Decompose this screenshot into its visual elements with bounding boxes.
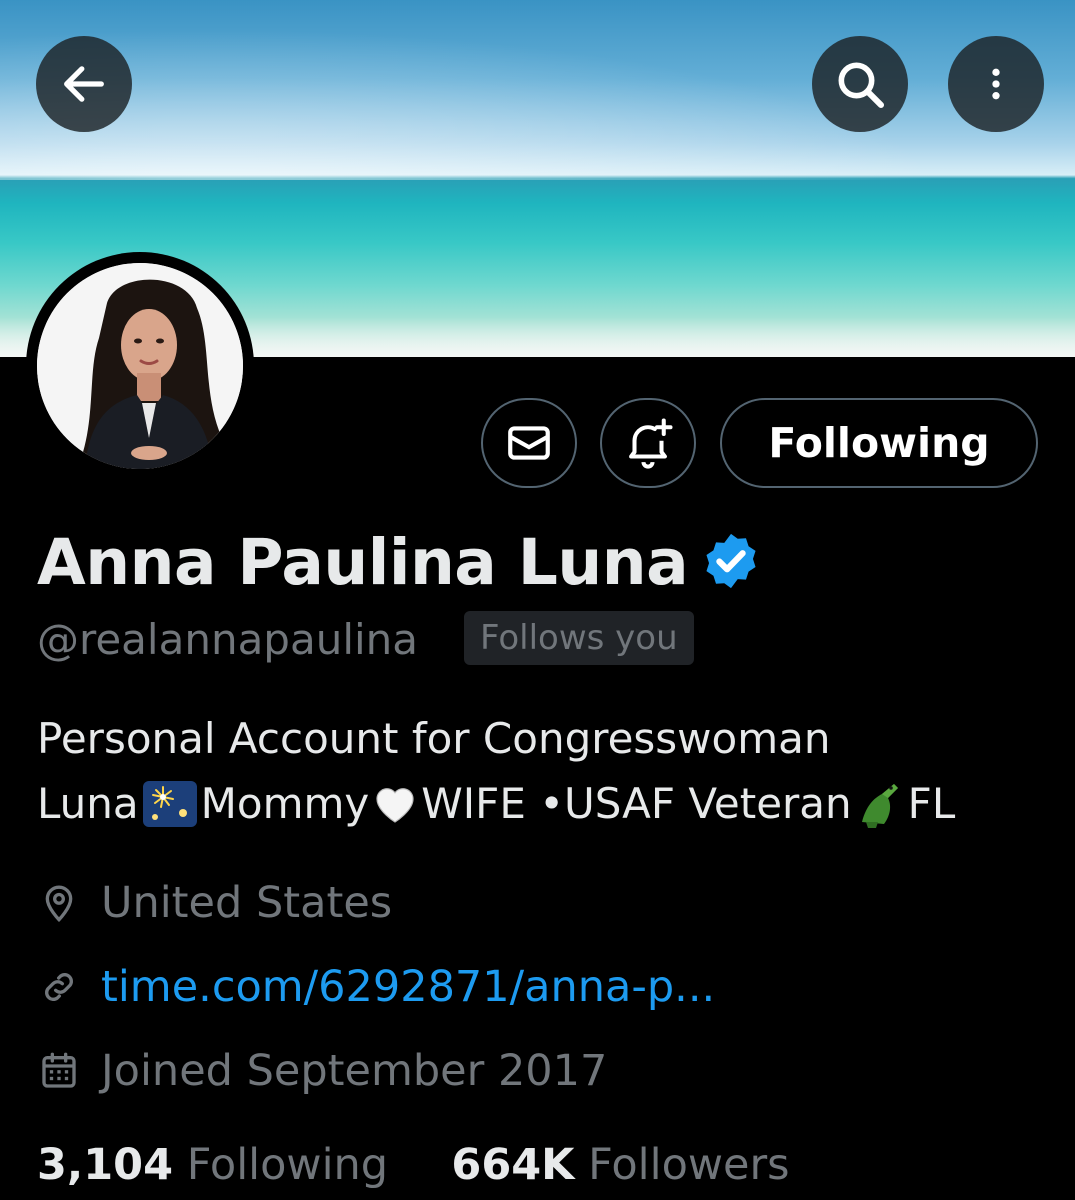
bio-line-2: Luna Mommy WIFE •USAF Veteran FL — [37, 771, 1047, 836]
envelope-icon — [508, 426, 550, 460]
avatar-photo — [37, 263, 243, 469]
bio-text-fl: FL — [907, 779, 956, 828]
bell-plus-icon — [629, 418, 673, 469]
followers-count: 664K — [451, 1140, 575, 1190]
follow-counts: 3,104 Following 664K Followers — [37, 1140, 790, 1190]
banner-sky-haze — [0, 0, 1075, 180]
calendar-icon — [37, 1049, 81, 1093]
following-count: 3,104 — [37, 1140, 174, 1190]
person-photo-icon — [37, 263, 243, 469]
location-pin-icon — [37, 881, 81, 925]
location-row: United States — [37, 878, 392, 928]
profile-handle: @realannapaulina — [37, 615, 419, 664]
bio-line-1: Personal Account for Congresswoman — [37, 714, 831, 763]
crocodile-emoji-icon — [861, 783, 898, 828]
following-count-label: Following — [186, 1140, 389, 1190]
verified-badge-icon[interactable] — [700, 530, 762, 592]
profile-bio: Personal Account for Congresswoman Luna … — [37, 706, 1047, 836]
joined-text: Joined September 2017 — [101, 1046, 608, 1096]
profile-name: Anna Paulina Luna — [37, 526, 689, 599]
notifications-button[interactable] — [600, 398, 696, 488]
following-button-label: Following — [768, 419, 990, 467]
bio-text-luna: Luna — [37, 779, 139, 828]
fireworks-emoji-icon — [142, 780, 197, 827]
arrow-left-icon — [64, 66, 104, 102]
more-options-button[interactable] — [948, 36, 1044, 132]
link-icon — [37, 965, 81, 1009]
back-button[interactable] — [36, 36, 132, 132]
followers-count-label: Followers — [588, 1140, 790, 1190]
website-link[interactable]: time.com/6292871/anna-p... — [101, 962, 715, 1012]
more-vertical-icon — [992, 68, 1000, 100]
followers-count-link[interactable]: 664K Followers — [451, 1140, 789, 1190]
following-button[interactable]: Following — [720, 398, 1038, 488]
white-heart-emoji-icon — [376, 787, 414, 823]
bio-text-wife-usaf: WIFE •USAF Veteran — [421, 779, 852, 828]
search-icon — [838, 62, 885, 109]
search-button[interactable] — [812, 36, 908, 132]
location-text: United States — [101, 878, 393, 928]
follows-you-badge: Follows you — [464, 611, 694, 665]
website-row: time.com/6292871/anna-p... — [37, 962, 715, 1012]
bio-text-mommy: Mommy — [200, 779, 370, 828]
message-button[interactable] — [481, 398, 577, 488]
following-count-link[interactable]: 3,104 Following — [37, 1140, 402, 1190]
joined-row: Joined September 2017 — [37, 1046, 607, 1096]
profile-avatar[interactable] — [26, 252, 254, 480]
